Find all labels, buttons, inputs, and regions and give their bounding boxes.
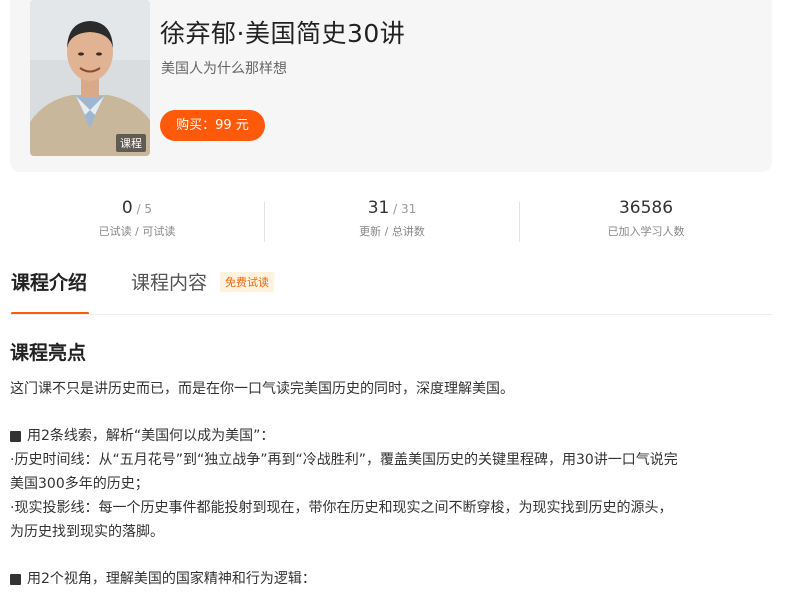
tab-course-intro[interactable]: 课程介绍 [11,268,87,295]
stat-divider [519,202,520,242]
update-total: / 31 [389,202,417,216]
cover-type-badge: 课程 [116,134,146,152]
trial-read-total: / 5 [132,202,153,216]
author-portrait [30,0,150,156]
stat-divider [264,202,265,242]
course-subtitle: 美国人为什么那样想 [161,61,287,77]
learners-count: 36586 [618,198,674,218]
trial-read-label: 已试读 / 可试读 [98,225,176,238]
projection-line-1: ·现实投影线：每一个历史事件都能投射到现在，带你在历史和现实之间不断穿梭，为现实… [10,500,673,516]
projection-line-2: 为历史找到现实的落脚。 [10,524,164,540]
course-stats: 0 / 5 已试读 / 可试读 31 / 31 更新 / 总讲数 36586 已… [0,196,787,252]
point-two-clues: 用2条线索，解析“美国何以成为美国”： [10,424,772,448]
course-title: 徐弃郁·美国简史30讲 [160,19,406,48]
course-description: 课程亮点 这门课不只是讲历史而已，而是在你一口气读完美国历史的同时，深度理解美国… [10,338,772,591]
highlights-heading: 课程亮点 [10,342,87,364]
free-trial-badge: 免费试读 [220,272,274,292]
update-stat: 31 / 31 更新 / 总讲数 [267,196,517,239]
highlights-intro: 这门课不只是讲历史而已，而是在你一口气读完美国历史的同时，深度理解美国。 [10,381,514,397]
trial-read-stat: 0 / 5 已试读 / 可试读 [12,196,262,239]
bullet-square-icon [10,573,21,585]
update-count: 31 [367,198,390,218]
tabs-divider [10,314,772,315]
learners-label: 已加入学习人数 [607,225,685,238]
learners-stat: 36586 已加入学习人数 [521,196,771,239]
update-label: 更新 / 总讲数 [359,225,425,238]
trial-read-count: 0 [121,198,133,218]
timeline-line-1: ·历史时间线：从“五月花号”到“独立战争”再到“冷战胜利”，覆盖美国历史的关键里… [10,452,678,468]
timeline-line-2: 美国300多年的历史； [10,476,149,492]
bullet-square-icon [10,430,21,442]
point-two-perspectives: 用2个视角，理解美国的国家精神和行为逻辑： [10,567,772,591]
tab-course-content[interactable]: 课程内容 [131,268,207,295]
course-cover-image[interactable]: 课程 [30,0,150,156]
point-two-perspectives-text: 用2个视角，理解美国的国家精神和行为逻辑： [27,571,316,587]
course-tabs: 课程介绍 课程内容 免费试读 [0,262,787,316]
buy-button[interactable]: 购买：99 元 [160,110,265,141]
point-two-clues-text: 用2条线索，解析“美国何以成为美国”： [27,428,275,444]
